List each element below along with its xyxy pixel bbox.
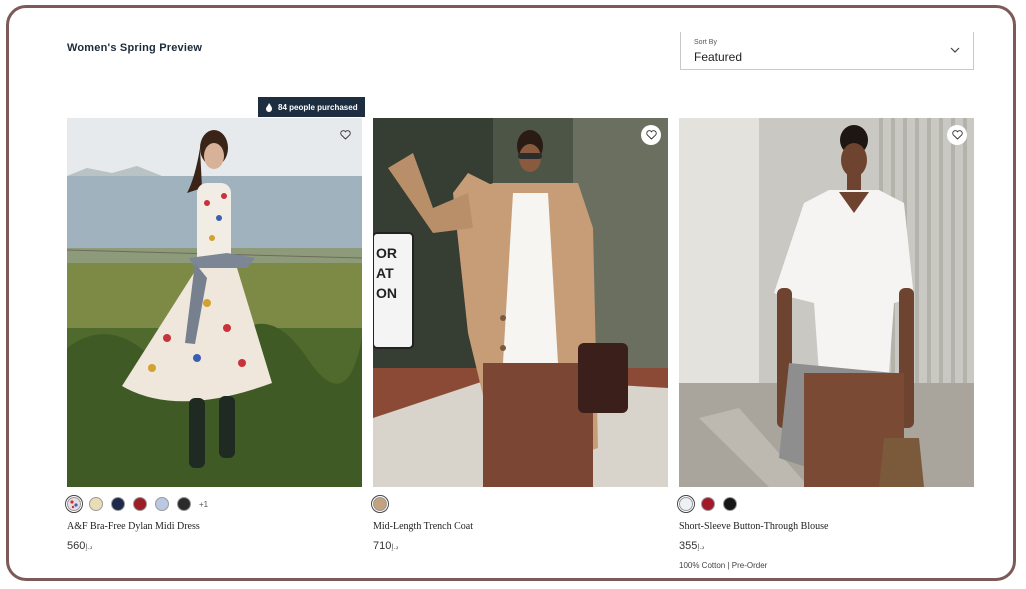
color-swatches: +1	[65, 495, 362, 513]
sort-value: Featured	[694, 50, 743, 64]
page-title: Women's Spring Preview	[67, 42, 203, 54]
svg-text:OR: OR	[376, 245, 397, 261]
heart-icon	[339, 130, 351, 140]
heart-icon	[951, 130, 963, 140]
more-colors-count[interactable]: +1	[199, 500, 208, 509]
wishlist-button[interactable]	[947, 125, 967, 145]
product-image[interactable]	[679, 118, 974, 487]
product-image[interactable]	[67, 118, 362, 487]
color-swatch[interactable]	[111, 497, 125, 511]
product-card[interactable]: 84 people purchased +1 A&F Bra-Free Dyla…	[65, 97, 365, 552]
svg-text:ON: ON	[376, 285, 397, 301]
sort-dropdown[interactable]: Sort By Featured	[680, 32, 974, 70]
badge-text: 84 people purchased	[278, 102, 358, 112]
color-swatch[interactable]	[371, 495, 389, 513]
price-value: 355	[679, 540, 698, 552]
product-name[interactable]: A&F Bra-Free Dylan Midi Dress	[67, 521, 362, 532]
currency-label: د.إ	[697, 544, 705, 551]
color-swatch[interactable]	[677, 495, 695, 513]
flame-icon	[266, 102, 272, 112]
product-price: 355د.إ	[679, 540, 974, 552]
color-swatch[interactable]	[155, 497, 169, 511]
product-name[interactable]: Mid-Length Trench Coat	[373, 521, 668, 532]
color-swatch[interactable]	[133, 497, 147, 511]
product-photo	[679, 118, 974, 487]
chevron-down-icon	[950, 47, 960, 53]
product-name[interactable]: Short-Sleeve Button-Through Blouse	[679, 521, 974, 532]
svg-text:AT: AT	[376, 265, 394, 281]
floral-pattern-icon	[70, 500, 78, 509]
product-price: 560د.إ	[67, 540, 362, 552]
product-card[interactable]: OR AT ON Mid-Length Trench Coat 710د.إ	[371, 118, 668, 552]
color-swatch[interactable]	[701, 497, 715, 511]
currency-label: د.إ	[391, 544, 399, 551]
currency-label: د.إ	[85, 544, 93, 551]
wishlist-button[interactable]	[641, 125, 661, 145]
product-image[interactable]: OR AT ON	[373, 118, 668, 487]
color-swatches	[677, 495, 974, 513]
product-photo	[67, 118, 362, 487]
color-swatch[interactable]	[723, 497, 737, 511]
product-card[interactable]: Short-Sleeve Button-Through Blouse 355د.…	[677, 118, 974, 570]
purchase-badge: 84 people purchased	[258, 97, 365, 117]
color-swatch[interactable]	[177, 497, 191, 511]
heart-icon	[645, 130, 657, 140]
color-swatch[interactable]	[65, 495, 83, 513]
color-swatch[interactable]	[89, 497, 103, 511]
page-frame: Women's Spring Preview Sort By Featured …	[6, 5, 1016, 581]
price-value: 560	[67, 540, 86, 552]
product-note: 100% Cotton | Pre-Order	[679, 561, 768, 570]
sort-label: Sort By	[694, 39, 717, 46]
product-price: 710د.إ	[373, 540, 668, 552]
price-value: 710	[373, 540, 392, 552]
color-swatches	[371, 495, 668, 513]
product-photo: OR AT ON	[373, 118, 668, 487]
wishlist-button[interactable]	[335, 125, 355, 145]
